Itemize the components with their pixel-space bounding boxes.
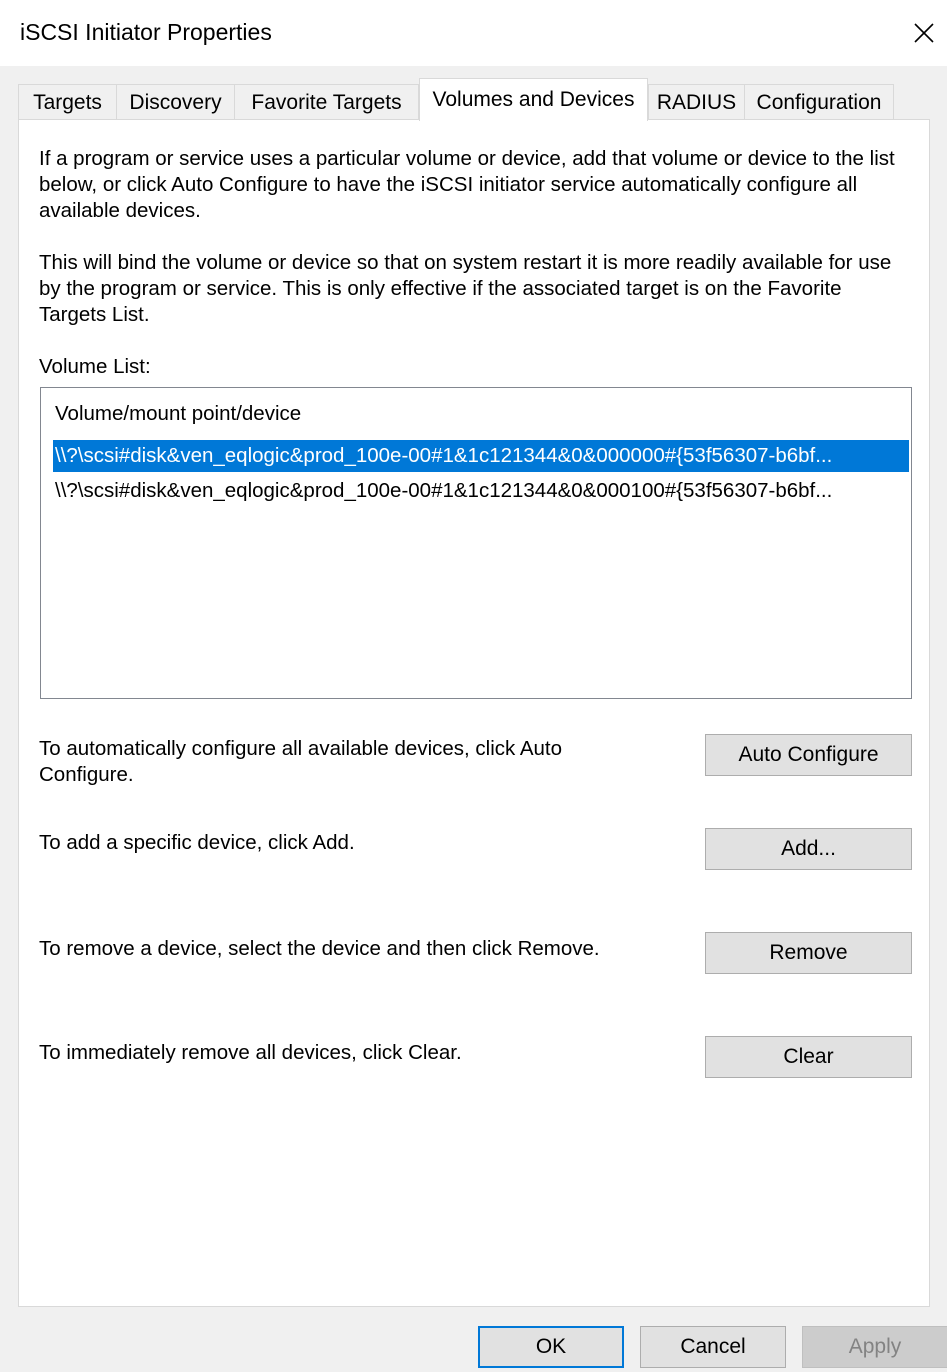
volume-list-item[interactable]: \\?\scsi#disk&ven_eqlogic&prod_100e-00#1… bbox=[53, 440, 909, 472]
close-icon bbox=[914, 23, 934, 43]
tab-strip: Targets Discovery Favorite Targets Volum… bbox=[18, 78, 930, 121]
intro-text: If a program or service uses a particula… bbox=[39, 147, 895, 222]
volume-list[interactable]: Volume/mount point/device \\?\scsi#disk&… bbox=[40, 387, 912, 699]
tab-volumes-and-devices[interactable]: Volumes and Devices bbox=[419, 78, 648, 121]
cancel-button[interactable]: Cancel bbox=[640, 1326, 786, 1368]
tab-favorite-targets[interactable]: Favorite Targets bbox=[234, 84, 419, 120]
clear-description: To immediately remove all devices, click… bbox=[39, 1041, 462, 1064]
auto-configure-description: To automatically configure all available… bbox=[39, 737, 563, 786]
apply-button[interactable]: Apply bbox=[802, 1326, 947, 1368]
add-description: To add a specific device, click Add. bbox=[39, 831, 355, 854]
volume-list-label: Volume List: bbox=[39, 355, 151, 378]
tab-radius[interactable]: RADIUS bbox=[648, 84, 745, 120]
close-button[interactable] bbox=[901, 10, 947, 56]
tab-targets[interactable]: Targets bbox=[18, 84, 117, 120]
clear-button[interactable]: Clear bbox=[705, 1036, 912, 1078]
tab-configuration[interactable]: Configuration bbox=[744, 84, 894, 120]
title-bar: iSCSI Initiator Properties bbox=[0, 0, 947, 66]
volume-list-item[interactable]: \\?\scsi#disk&ven_eqlogic&prod_100e-00#1… bbox=[53, 475, 909, 507]
window-title: iSCSI Initiator Properties bbox=[20, 19, 272, 45]
auto-configure-button[interactable]: Auto Configure bbox=[705, 734, 912, 776]
ok-button[interactable]: OK bbox=[478, 1326, 624, 1368]
add-button[interactable]: Add... bbox=[705, 828, 912, 870]
tab-discovery[interactable]: Discovery bbox=[116, 84, 235, 120]
volume-list-column-header[interactable]: Volume/mount point/device bbox=[55, 402, 301, 426]
bind-info-text: This will bind the volume or device so t… bbox=[39, 251, 892, 326]
remove-description: To remove a device, select the device an… bbox=[39, 937, 600, 960]
remove-button[interactable]: Remove bbox=[705, 932, 912, 974]
